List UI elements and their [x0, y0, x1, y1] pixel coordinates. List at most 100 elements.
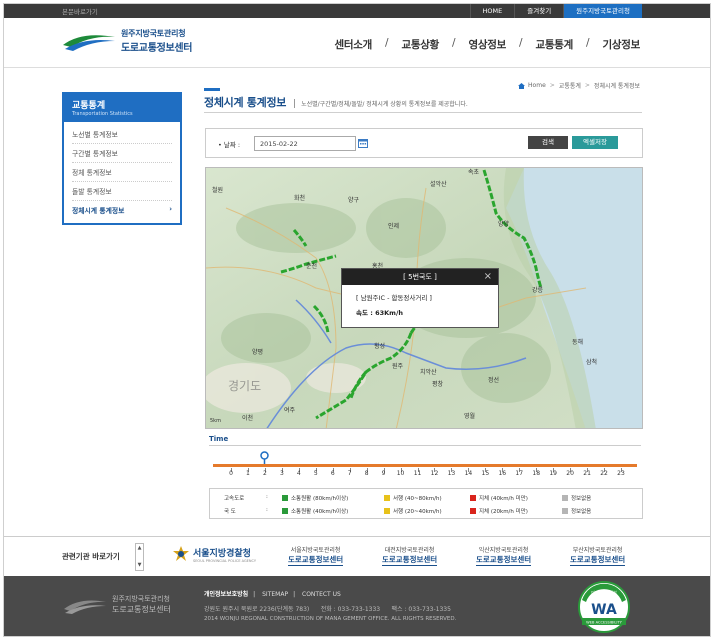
hour-label[interactable]: 6	[331, 470, 335, 477]
popup-section: [ 남원주IC - 합동정사거리 ]	[356, 294, 432, 302]
nav-video-info[interactable]: 영상정보	[469, 37, 507, 52]
route-info-popup: [ 5번국도 ] × [ 남원주IC - 합동정사거리 ] 속도 : 63Km/…	[341, 268, 499, 328]
hour-label[interactable]: 3	[280, 470, 284, 477]
hour-label[interactable]: 21	[583, 470, 591, 477]
logo-line1: 원주지방국토관리청	[121, 29, 186, 38]
hour-label[interactable]: 9	[382, 470, 386, 477]
traffic-map[interactable]: 속초 철원 화천 양구 인제 설악산 양양 춘천 홍천 강릉 동해 삼척 횡성 …	[205, 167, 643, 429]
sidebar-item-section-stats[interactable]: 구간별 통계정보	[72, 144, 172, 163]
page-title: 정체시계 통계정보	[204, 96, 287, 109]
breadcrumb-home[interactable]: Home	[528, 82, 546, 89]
nav-traffic-stats[interactable]: 교통통계	[536, 37, 574, 52]
popup-body: [ 남원주IC - 합동정사거리 ] 속도 : 63Km/h	[342, 285, 498, 329]
time-slider[interactable]: 0 1 2 3 4 5 6 7 8 9 10 11 12 13 14 15 16 17 18 19 20 21 22 23	[209, 445, 641, 487]
swatch-yellow	[384, 508, 390, 514]
sitemap-link[interactable]: SITEMAP	[262, 591, 288, 598]
hour-label[interactable]: 18	[532, 470, 540, 477]
svg-text:영월: 영월	[464, 412, 475, 420]
hour-label[interactable]: 5	[314, 470, 318, 477]
nav-traffic-status[interactable]: 교통상황	[402, 37, 440, 52]
sidebar-item-congestion-clock-stats[interactable]: 정체시계 통계정보 ›	[72, 201, 172, 219]
hour-label[interactable]: 4	[297, 470, 301, 477]
sidebar-item-incident-stats[interactable]: 돌발 통계정보	[72, 182, 172, 201]
hour-label[interactable]: 16	[498, 470, 506, 477]
page-frame: 본문바로가기 HOME 즐겨찾기 원주지방국토관리청 원주지방국토관리청 도로교…	[3, 3, 711, 637]
nav-weather-info[interactable]: 기상정보	[603, 37, 641, 52]
home-link[interactable]: HOME	[469, 4, 515, 18]
swatch-gray	[562, 495, 568, 501]
hour-label[interactable]: 13	[448, 470, 456, 477]
hour-label[interactable]: 22	[600, 470, 608, 477]
date-label: • 날짜 :	[218, 141, 241, 149]
police-badge-icon	[173, 546, 189, 561]
hour-label[interactable]: 8	[365, 470, 369, 477]
slider-track[interactable]	[213, 464, 637, 467]
legend-category: 고속도로	[224, 496, 245, 502]
svg-text:양평: 양평	[252, 348, 263, 356]
org-link-daejeon[interactable]: 대전지방국토관리청 도로교통정보센터	[382, 545, 438, 566]
badge-mark-text: WA	[591, 602, 617, 618]
hour-label[interactable]: 20	[566, 470, 574, 477]
svg-text:인제: 인제	[388, 222, 399, 230]
traffic-legend: 고속도로 : 소통원활 (80km/h이상) 서행 (40~80km/h) 지체…	[209, 488, 643, 519]
privacy-policy-link[interactable]: 개인정보보호방침	[204, 591, 248, 598]
legend-item: 정보없음	[562, 507, 591, 515]
hour-label[interactable]: 10	[397, 470, 405, 477]
footer-copyright: 2014 WONJU REGONAL CONSTRUCTION OF MANA …	[204, 616, 457, 622]
hour-label[interactable]: 14	[465, 470, 473, 477]
org-link-seoul[interactable]: 서울지방국토관리청 도로교통정보센터	[288, 545, 344, 566]
logo-line2: 도로교통정보센터	[121, 43, 193, 54]
nav-center-intro[interactable]: 센터소개	[335, 37, 373, 52]
sidebar-item-route-stats[interactable]: 노선별 통계정보	[72, 125, 172, 144]
police-agency-link[interactable]: 서울지방경찰청 SEOUL PROVINCIAL POLICE AGENCY	[172, 545, 256, 563]
agency-link[interactable]: 원주지방국토관리청	[563, 4, 642, 18]
site-footer: 원주지방국토관리청 도로교통정보센터 개인정보보호방침 | SITEMAP | CO…	[4, 576, 710, 636]
hour-label[interactable]: 2	[263, 470, 267, 477]
hour-label[interactable]: 15	[482, 470, 490, 477]
org-link-busan[interactable]: 부산지방국토관리청 도로교통정보센터	[570, 545, 626, 566]
legend-item: 정보없음	[562, 494, 591, 502]
page-description: 노선별/구간별/정체/돌발/ 정체시계 상황의 통계정보를 제공합니다.	[294, 99, 468, 108]
hour-label[interactable]: 11	[414, 470, 422, 477]
related-scroll-arrows[interactable]: ▲ ▼	[135, 543, 144, 571]
chevron-down-icon[interactable]: ▼	[136, 561, 143, 570]
hour-label[interactable]: 17	[515, 470, 523, 477]
hour-label[interactable]: 23	[617, 470, 625, 477]
home-icon	[518, 82, 526, 89]
svg-text:속초: 속초	[468, 168, 480, 176]
breadcrumb-stats[interactable]: 교통통계	[559, 81, 581, 90]
web-accessibility-badge-icon[interactable]: 미래창조과학부 WA WEB ACCESSIBILITY	[576, 580, 632, 634]
chevron-right-icon: ›	[169, 205, 172, 213]
search-button[interactable]: 검색	[528, 136, 568, 149]
date-input[interactable]	[254, 136, 356, 151]
calendar-icon[interactable]	[358, 138, 368, 148]
hour-label[interactable]: 7	[348, 470, 352, 477]
svg-text:삼척: 삼척	[586, 358, 597, 366]
chevron-up-icon[interactable]: ▲	[136, 544, 143, 553]
hour-label[interactable]: 0	[229, 470, 233, 477]
site-logo[interactable]: 원주지방국토관리청 도로교통정보센터	[61, 28, 193, 54]
legend-item: 소통원활 (80km/h이상)	[282, 494, 348, 502]
hour-label[interactable]: 19	[549, 470, 557, 477]
swatch-red	[470, 495, 476, 501]
bookmark-link[interactable]: 즐겨찾기	[514, 4, 563, 18]
skip-to-content-link[interactable]: 본문바로가기	[62, 6, 98, 16]
utility-bar: 본문바로가기 HOME 즐겨찾기 원주지방국토관리청	[4, 4, 710, 18]
hour-label[interactable]: 1	[246, 470, 250, 477]
slider-handle-icon[interactable]	[260, 451, 270, 464]
contact-us-link[interactable]: CONTECT US	[302, 591, 341, 598]
org-link-iksan[interactable]: 익산지방국토관리청 도로교통정보센터	[476, 545, 532, 566]
excel-save-button[interactable]: 엑셀저장	[572, 136, 618, 149]
hour-label[interactable]: 12	[431, 470, 439, 477]
sidebar-item-congestion-stats[interactable]: 정체 통계정보	[72, 163, 172, 182]
legend-item: 소통원활 (40km/h이상)	[282, 507, 348, 515]
swatch-gray	[562, 508, 568, 514]
svg-text:횡성: 횡성	[374, 342, 385, 350]
svg-text:양구: 양구	[348, 196, 360, 204]
main-nav: 센터소개 / 교통상황 / 영상정보 / 교통통계 / 기상정보	[334, 37, 641, 52]
footer-logo: 원주지방국토관리청 도로교통정보센터	[62, 594, 171, 615]
close-icon[interactable]: ×	[484, 269, 492, 285]
footer-logo-line2: 도로교통정보센터	[112, 605, 171, 614]
badge-bottom-text: WEB ACCESSIBILITY	[586, 621, 623, 625]
slider-ticks	[231, 468, 622, 472]
